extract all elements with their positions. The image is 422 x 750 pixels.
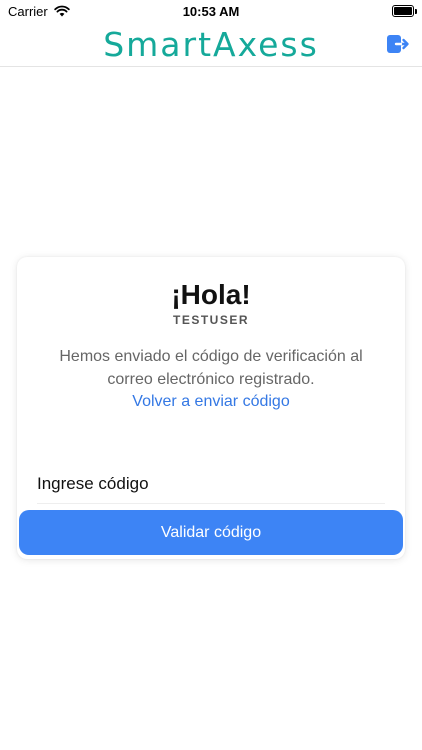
status-bar: Carrier 10:53 AM: [0, 0, 422, 22]
input-underline: [37, 503, 385, 504]
verification-code-input[interactable]: [37, 469, 387, 499]
username-label: TESTUSER: [172, 313, 249, 327]
verification-message: Hemos enviado el código de verificación …: [59, 348, 363, 388]
greeting-title: ¡Hola!: [171, 279, 251, 310]
app-logo: SmartAxess: [103, 24, 319, 64]
logout-icon[interactable]: [386, 33, 410, 55]
verification-card: ¡Hola! TESTUSER Hemos enviado el código …: [17, 257, 405, 559]
validate-code-button[interactable]: Validar código: [19, 510, 403, 555]
nav-bar: SmartAxess: [0, 22, 422, 67]
resend-code-link[interactable]: Volver a enviar código: [17, 393, 405, 411]
battery-icon: [392, 5, 417, 17]
status-time: 10:53 AM: [182, 3, 240, 19]
